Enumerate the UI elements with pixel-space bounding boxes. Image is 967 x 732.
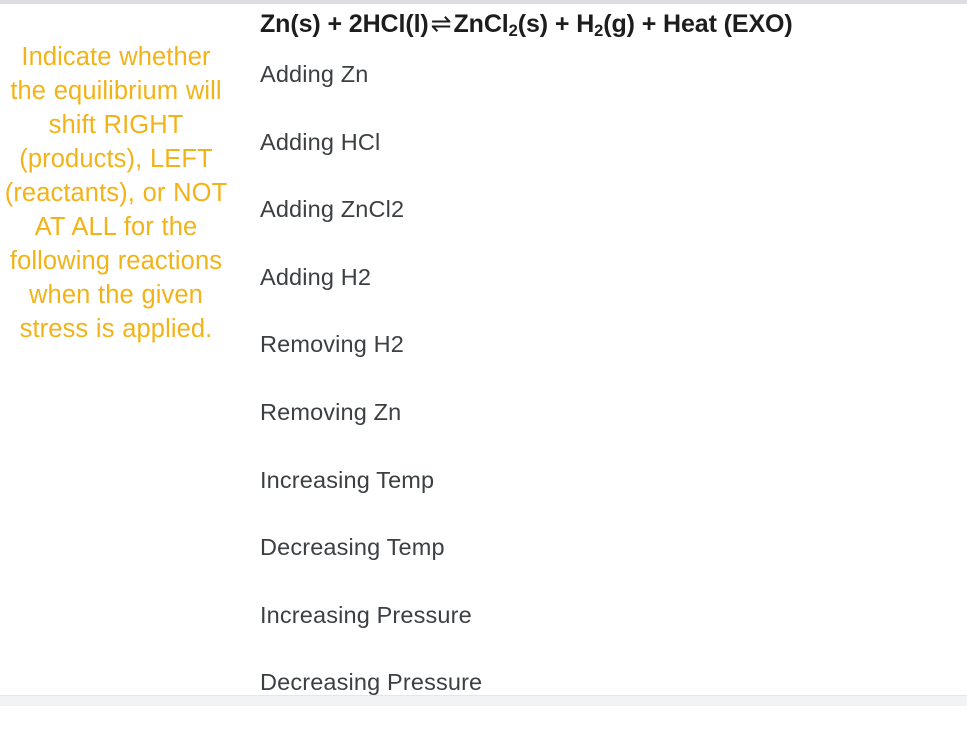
- equation-product-h: (s) + H: [517, 10, 595, 38]
- worksheet-body: Indicate whether the equilibrium will sh…: [0, 4, 967, 695]
- equation-tail: (g) + Heat (EXO): [603, 10, 793, 38]
- list-item[interactable]: Removing Zn: [260, 394, 960, 462]
- list-item[interactable]: Adding ZnCl2: [260, 191, 960, 259]
- list-item[interactable]: Decreasing Temp: [260, 529, 960, 597]
- list-item[interactable]: Adding Zn: [260, 56, 960, 124]
- list-item[interactable]: Removing H2: [260, 326, 960, 394]
- list-item[interactable]: Adding H2: [260, 259, 960, 327]
- equation-product-zncl: ZnCl: [453, 10, 509, 38]
- instruction-prompt: Indicate whether the equilibrium will sh…: [4, 43, 228, 343]
- equation-reactants: Zn(s) + 2HCl(l): [260, 10, 429, 38]
- list-item[interactable]: Increasing Temp: [260, 462, 960, 530]
- list-item[interactable]: Adding HCl: [260, 124, 960, 192]
- equation-subscript-cl2: 2: [508, 22, 518, 41]
- list-item[interactable]: Increasing Pressure: [260, 597, 960, 665]
- chemical-equation-header: Zn(s) + 2HCl(l)⇌ZnCl2(s) + H2(g) + Heat …: [260, 9, 793, 41]
- bottom-divider-band: [0, 695, 967, 706]
- equilibrium-arrow-icon: ⇌: [430, 10, 452, 38]
- stress-condition-list: Adding Zn Adding HCl Adding ZnCl2 Adding…: [260, 56, 960, 732]
- equation-subscript-h2: 2: [594, 22, 604, 41]
